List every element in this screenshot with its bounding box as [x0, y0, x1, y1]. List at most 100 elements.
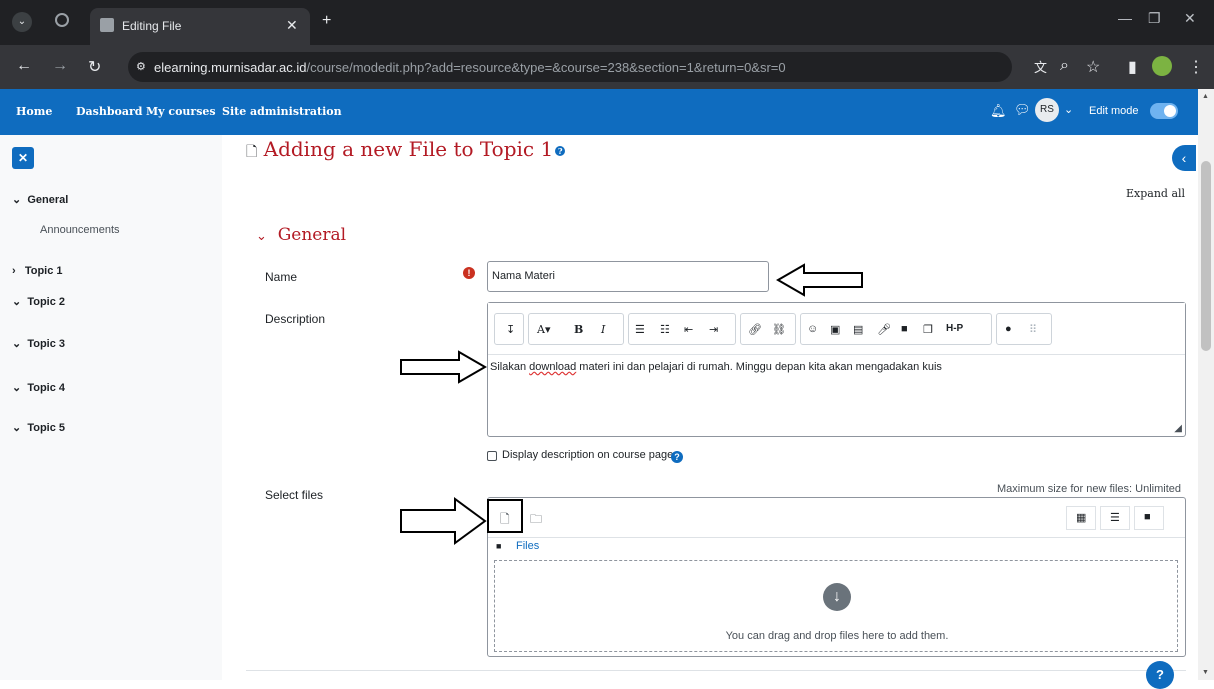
minimize-icon[interactable]: — — [1118, 10, 1132, 26]
section-general-header[interactable]: ⌄ General — [256, 225, 346, 245]
section-divider — [246, 670, 1186, 671]
page-scrollbar[interactable]: ▲ ▼ — [1198, 89, 1214, 680]
tab-title: Editing File — [122, 19, 182, 33]
ordered-list-icon[interactable]: ☷ — [660, 323, 670, 336]
scroll-thumb[interactable] — [1201, 161, 1211, 351]
close-window-icon[interactable]: ✕ — [1184, 10, 1196, 27]
edit-mode-toggle[interactable] — [1150, 103, 1178, 119]
drawer-item-announcements[interactable]: Announcements — [40, 224, 120, 236]
screenreader-helper-icon[interactable]: ⠿ — [1029, 323, 1037, 336]
misspelled-word: download — [529, 361, 577, 373]
download-arrow-icon: ↓ — [823, 583, 851, 611]
nav-home[interactable]: Home — [16, 105, 52, 118]
page-title: 🗋︎ Adding a new File to Topic 1? — [246, 137, 566, 165]
help-icon[interactable]: ? — [555, 146, 566, 156]
new-tab-icon[interactable]: + — [322, 12, 331, 30]
course-index-drawer: ✕ ⌄ General Announcements › Topic 1 ⌄ To… — [0, 135, 222, 680]
max-size-text: Maximum size for new files: Unlimited — [997, 483, 1181, 495]
media-icon[interactable]: ▤ — [853, 323, 863, 336]
scroll-up-icon[interactable]: ▲ — [1202, 93, 1209, 100]
drawer-item-topic-1[interactable]: › Topic 1 — [12, 265, 63, 277]
toolbar-group-collapse: ↧ — [494, 313, 524, 345]
drawer-item-topic-3[interactable]: ⌄ Topic 3 — [12, 337, 65, 350]
nav-dashboard[interactable]: Dashboard — [76, 105, 143, 118]
side-panel-icon[interactable]: ▮ — [1128, 57, 1137, 77]
emoji-icon[interactable]: ☺ — [807, 323, 818, 335]
create-folder-button[interactable]: 🗀︎ — [524, 506, 548, 530]
scroll-down-icon[interactable]: ▼ — [1202, 669, 1209, 676]
messages-icon[interactable]: 💬︎ — [1014, 102, 1031, 118]
display-description-checkbox[interactable] — [487, 451, 497, 461]
zoom-icon[interactable]: ⌕ — [1060, 57, 1069, 75]
file-dropzone[interactable]: ↓ You can drag and drop files here to ad… — [494, 560, 1178, 652]
unlink-icon[interactable]: ⛓︎ — [772, 323, 786, 336]
accessibility-checker-icon[interactable]: ● — [1005, 323, 1012, 335]
browser-tab[interactable]: Editing File ✕ — [90, 8, 310, 45]
forward-icon[interactable]: → — [52, 57, 68, 75]
drawer-item-topic-4[interactable]: ⌄ Topic 4 — [12, 381, 65, 394]
translate-icon[interactable]: 文 — [1034, 57, 1047, 76]
resize-handle-icon[interactable]: ◢ — [1174, 423, 1182, 434]
indent-icon[interactable]: ⇥ — [709, 323, 718, 336]
avatar[interactable]: RS — [1035, 98, 1059, 122]
manage-files-icon[interactable]: ❐ — [923, 323, 933, 336]
folder-icon: ■ — [496, 541, 502, 551]
view-tree-button[interactable]: ■ — [1134, 506, 1164, 530]
bookmark-star-icon[interactable]: ☆ — [1086, 57, 1100, 77]
outdent-icon[interactable]: ⇤ — [684, 323, 693, 336]
restore-icon[interactable]: ❐ — [1148, 10, 1161, 27]
tab-close-icon[interactable]: ✕ — [286, 17, 298, 34]
file-icon: 🗋︎ — [246, 144, 258, 160]
show-more-buttons-icon[interactable]: ↧ — [506, 323, 515, 336]
tab-list-icon[interactable]: ⌄ — [12, 12, 32, 32]
expand-all-link[interactable]: Expand all — [1126, 187, 1185, 200]
file-picker-toolbar: 🗋︎ 🗀︎ ▦ ☰ ■ — [487, 498, 1185, 538]
files-breadcrumb[interactable]: Files — [516, 540, 539, 552]
drawer-item-topic-5[interactable]: ⌄ Topic 5 — [12, 421, 65, 434]
description-textarea[interactable]: Silakan download materi ini dan pelajari… — [490, 361, 942, 373]
italic-icon[interactable]: I — [601, 323, 605, 336]
user-menu-chevron-icon[interactable]: ⌄ — [1064, 103, 1073, 116]
drawer-item-general[interactable]: ⌄ General — [12, 193, 68, 206]
link-icon[interactable]: 🔗︎ — [748, 323, 762, 336]
file-icon: 🗋︎ — [500, 512, 510, 526]
drawer-item-topic-2[interactable]: ⌄ Topic 2 — [12, 295, 65, 308]
nav-my-courses[interactable]: My courses — [146, 105, 216, 118]
paragraph-style-icon[interactable]: A▾ — [537, 323, 550, 336]
menu-kebab-icon[interactable]: ⋮ — [1188, 57, 1204, 77]
required-icon: ! — [463, 267, 475, 279]
image-icon[interactable]: ▣ — [830, 323, 840, 336]
toolbar-group-media: ☺ ▣ ▤ 🎤︎ ■ ❐ H-P — [800, 313, 992, 345]
h5p-icon[interactable]: H-P — [946, 323, 963, 334]
record-audio-icon[interactable]: 🎤︎ — [877, 323, 891, 336]
annotation-arrow-right — [400, 497, 487, 545]
view-details-button[interactable]: ☰ — [1100, 506, 1130, 530]
grid-icon: ▦ — [1076, 512, 1087, 524]
site-info-icon[interactable]: ⚙ — [136, 60, 146, 73]
address-bar[interactable]: ⚙ elearning.murnisadar.ac.id/course/mode… — [128, 52, 1012, 82]
notifications-bell-icon[interactable]: 🔔︎ — [990, 103, 1007, 119]
unordered-list-icon[interactable]: ☰ — [635, 323, 645, 336]
close-drawer-button[interactable]: ✕ — [12, 147, 34, 169]
add-file-button[interactable]: 🗋︎ — [494, 506, 518, 530]
reload-icon[interactable]: ↻ — [88, 57, 101, 77]
view-icons-button[interactable]: ▦ — [1066, 506, 1096, 530]
browser-toolbar: ← → ↻ ⚙ elearning.murnisadar.ac.id/cours… — [0, 45, 1214, 89]
help-icon[interactable]: ? — [671, 451, 683, 463]
open-block-drawer-button[interactable]: ‹ — [1172, 145, 1196, 171]
bold-icon[interactable]: B — [574, 323, 583, 336]
nav-site-administration[interactable]: Site administration — [222, 105, 342, 118]
folder-icon: ■ — [1144, 511, 1151, 523]
back-icon[interactable]: ← — [16, 57, 32, 75]
browser-tab-bar: ⌄ Editing File ✕ + — ❐ ✕ — [0, 0, 1214, 45]
help-footer-button[interactable]: ? — [1146, 661, 1174, 689]
profile-icon[interactable] — [1152, 56, 1172, 76]
record-video-icon[interactable]: ■ — [901, 323, 908, 335]
name-input[interactable]: Nama Materi — [487, 261, 769, 292]
toolbar-group-lists: ☰ ☷ ⇤ ⇥ — [628, 313, 736, 345]
list-icon: ☰ — [1110, 512, 1120, 524]
file-picker: 🗋︎ 🗀︎ ▦ ☰ ■ ■ Files ↓ You can drag and d… — [487, 497, 1186, 657]
editor-toolbar: ↧ A▾ B I ☰ ☷ ⇤ ⇥ 🔗︎ ⛓︎ ☺ ▣ ▤ 🎤︎ ■ ❐ H-P … — [488, 303, 1185, 355]
display-description-label: Display description on course page — [502, 449, 674, 461]
toolbar-group-tools: ● ⠿ — [996, 313, 1052, 345]
